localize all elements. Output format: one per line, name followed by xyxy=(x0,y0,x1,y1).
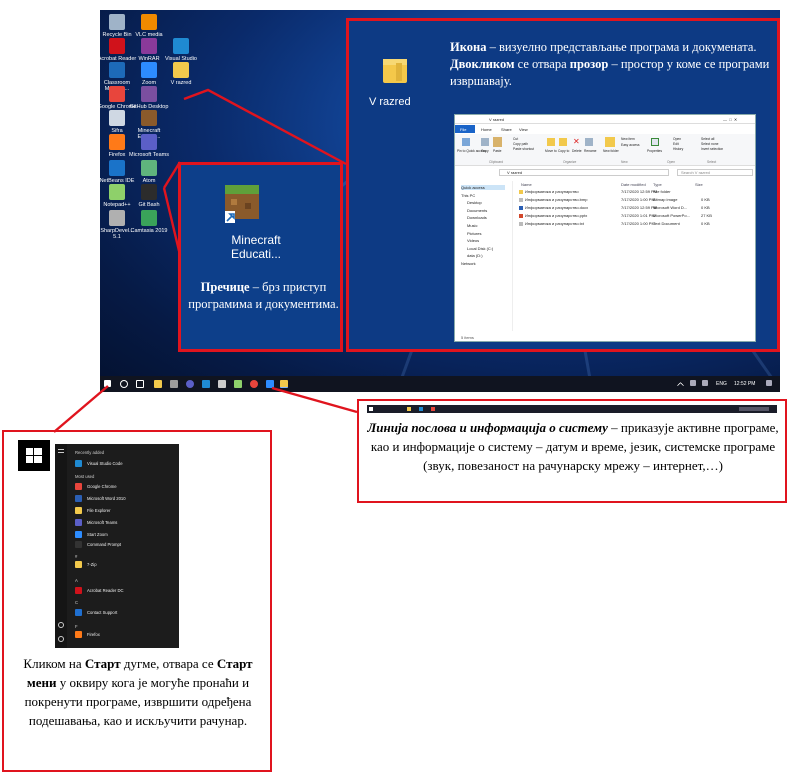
callout-pointer-lines xyxy=(53,88,358,433)
